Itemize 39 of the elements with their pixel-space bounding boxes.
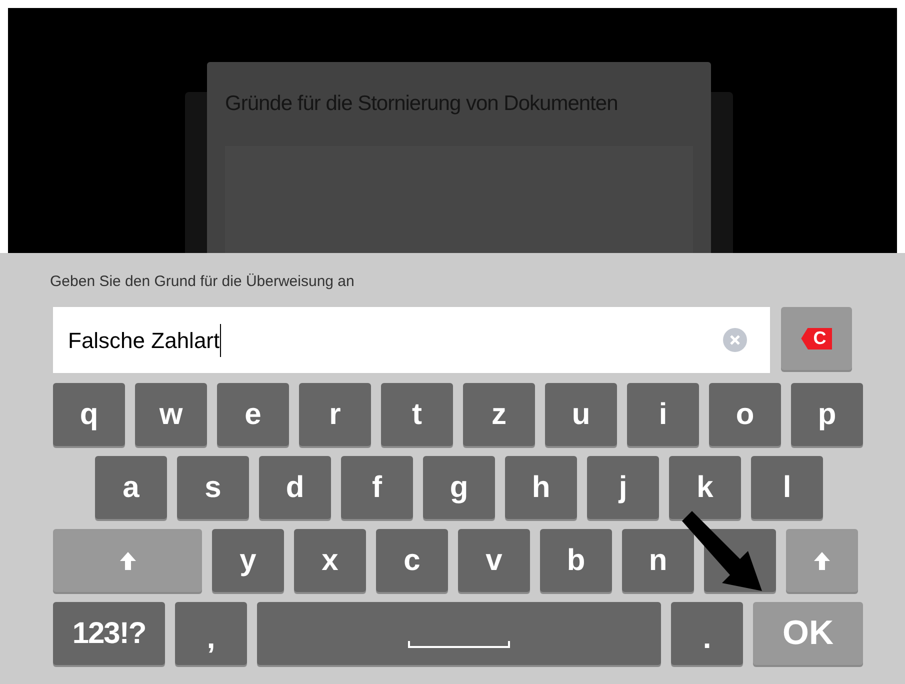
key[interactable]: a [95,456,167,519]
key[interactable]: s [177,456,249,519]
key[interactable]: d [259,456,331,519]
key[interactable]: t [381,383,453,446]
key[interactable]: k [669,456,741,519]
key[interactable]: u [545,383,617,446]
clear-icon[interactable] [723,328,748,352]
key[interactable]: x [294,529,366,592]
shift-key[interactable] [786,529,858,592]
key[interactable]: i [627,383,699,446]
key[interactable]: v [458,529,530,592]
key[interactable]: r [299,383,371,446]
space-key[interactable] [257,602,661,665]
key[interactable]: , [175,602,247,665]
symbols-key[interactable]: 123!? [53,602,165,665]
shift-arrow-icon [814,552,830,570]
key[interactable]: w [135,383,207,446]
key[interactable]: c [376,529,448,592]
delete-label: C [801,328,832,350]
input-value: Falsche Zahlart [68,324,221,356]
key[interactable]: j [587,456,659,519]
keyboard-prompt: Geben Sie den Grund für die Überweisung an [50,272,356,291]
key[interactable]: q [53,383,125,446]
key[interactable]: . [671,602,743,665]
key[interactable]: g [423,456,495,519]
text-input-field[interactable]: Falsche Zahlart [53,307,770,373]
shift-arrow-icon [120,552,136,570]
key[interactable]: h [505,456,577,519]
key[interactable]: b [540,529,612,592]
space-bar-icon [408,641,510,649]
key[interactable]: l [751,456,823,519]
key[interactable]: f [341,456,413,519]
key[interactable]: z [463,383,535,446]
key[interactable]: p [791,383,863,446]
key[interactable]: e [217,383,289,446]
key[interactable]: n [622,529,694,592]
key[interactable]: y [212,529,284,592]
key[interactable]: o [709,383,781,446]
delete-key[interactable]: C [781,307,852,370]
